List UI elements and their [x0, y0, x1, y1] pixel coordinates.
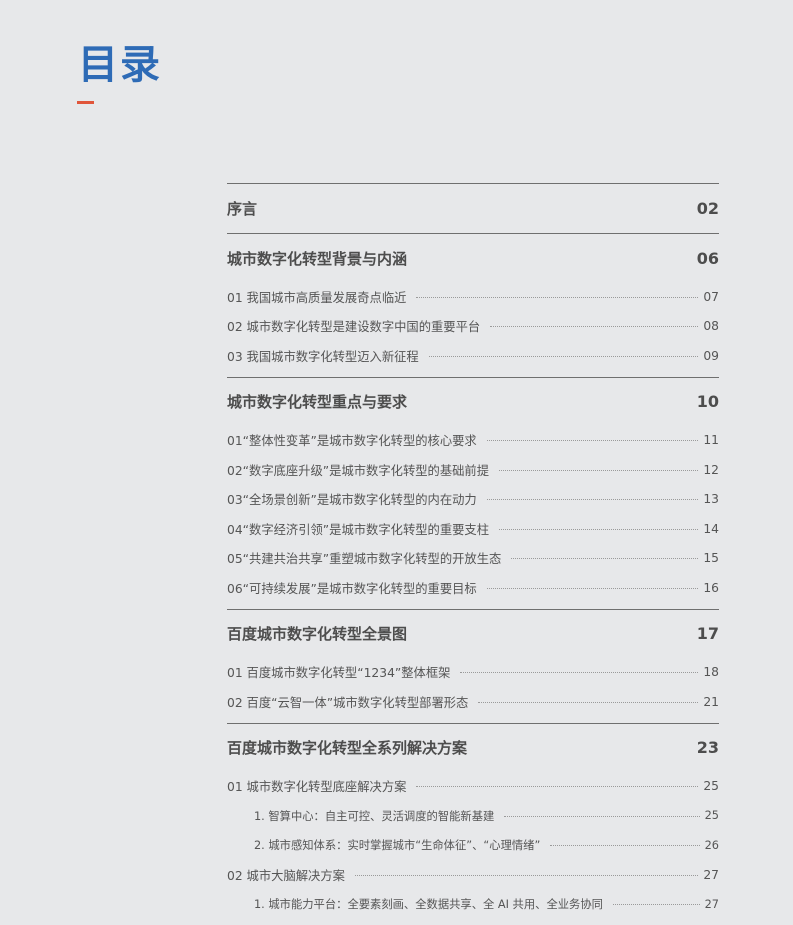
section-title: 序言: [227, 200, 258, 218]
toc-subsubentry[interactable]: 2. 城市感知体系：实时掌握城市“生命体征”、“心理情绪” 26: [227, 831, 719, 861]
dot-leader: [478, 701, 699, 703]
entry-title: 03“全场景创新”是城市数字化转型的内在动力: [227, 493, 477, 508]
dot-leader: [416, 296, 699, 298]
dot-leader: [486, 439, 699, 442]
toc-entry[interactable]: 06“可持续发展”是城市数字化转型的重要目标 16: [227, 573, 719, 603]
toc-entry[interactable]: 02 城市数字化转型是建设数字中国的重要平台 08: [227, 312, 719, 342]
toc-entry[interactable]: 01 我国城市高质量发展奇点临近 07: [227, 282, 719, 312]
dot-leader: [428, 355, 699, 357]
dot-leader: [499, 528, 699, 530]
entry-page-number: 12: [703, 462, 719, 477]
section-page-number: 23: [696, 738, 719, 757]
entry-title: 02“数字底座升级”是城市数字化转型的基础前提: [227, 463, 490, 478]
toc-section-heading[interactable]: 城市数字化转型重点与要求 10: [227, 378, 719, 426]
table-of-contents: 序言 02 城市数字化转型背景与内涵 06 01 我国城市高质量发展奇点临近 07 02 城…: [227, 183, 719, 925]
entry-page-number: 11: [703, 433, 719, 448]
entry-page-number: 27: [704, 897, 719, 911]
entry-page-number: 26: [704, 838, 719, 852]
entry-title: 01 我国城市高质量发展奇点临近: [227, 290, 407, 305]
dot-leader: [612, 903, 700, 906]
toc-entry[interactable]: 02 城市大脑解决方案 27: [227, 860, 719, 890]
entry-page-number: 16: [703, 580, 719, 595]
toc-section-heading[interactable]: 百度城市数字化转型全景图 17: [227, 610, 719, 658]
section-title: 城市数字化转型重点与要求: [227, 393, 408, 411]
toc-section: 城市数字化转型背景与内涵 06 01 我国城市高质量发展奇点临近 07 02 城市数字化…: [227, 233, 719, 371]
entry-page-number: 14: [703, 521, 719, 536]
entry-title: 01“整体性变革”是城市数字化转型的核心要求: [227, 434, 477, 449]
toc-subsubentry[interactable]: 1. 智算中心：自主可控、灵活调度的智能新基建 25: [227, 801, 719, 831]
toc-section-heading[interactable]: 百度城市数字化转型全系列解决方案 23: [227, 724, 719, 772]
entry-page-number: 08: [703, 319, 719, 334]
entry-page-number: 13: [703, 492, 719, 507]
entry-title: 06“可持续发展”是城市数字化转型的重要目标: [227, 581, 477, 596]
dot-leader: [486, 587, 699, 589]
toc-entry[interactable]: 02 百度“云智一体”城市数字化转型部署形态 21: [227, 687, 719, 717]
dot-leader: [550, 844, 700, 847]
toc-entry[interactable]: 03 我国城市数字化转型迈入新征程 09: [227, 341, 719, 371]
entry-page-number: 21: [703, 694, 719, 709]
entry-page-number: 15: [703, 551, 719, 566]
page-title: 目录: [78, 42, 162, 88]
dot-leader: [486, 498, 699, 501]
toc-subsubentry[interactable]: 1. 城市能力平台：全要素刻画、全数据共享、全 AI 共用、全业务协同 27: [227, 890, 719, 920]
entry-title: 05“共建共治共享”重塑城市数字化转型的开放生态: [227, 552, 502, 567]
section-title: 百度城市数字化转型全景图: [227, 625, 408, 643]
entry-title: 2. 城市感知体系：实时掌握城市“生命体征”、“心理情绪”: [254, 839, 541, 853]
section-title: 城市数字化转型背景与内涵: [227, 249, 408, 268]
toc-entry[interactable]: 05“共建共治共享”重塑城市数字化转型的开放生态 15: [227, 544, 719, 574]
toc-section-heading[interactable]: 城市数字化转型背景与内涵 06: [227, 234, 719, 282]
entry-title: 02 百度“云智一体”城市数字化转型部署形态: [227, 695, 469, 710]
toc-section: 百度城市数字化转型全景图 17 01 百度城市数字化转型“1234”整体框架 18 02…: [227, 608, 719, 717]
dot-leader: [504, 815, 700, 817]
toc-entry[interactable]: 01“整体性变革”是城市数字化转型的核心要求 11: [227, 426, 719, 456]
toc-entry[interactable]: 03“全场景创新”是城市数字化转型的内在动力 13: [227, 485, 719, 515]
section-page-number: 17: [696, 624, 719, 643]
dot-leader: [416, 785, 699, 788]
section-title: 百度城市数字化转型全系列解决方案: [227, 739, 468, 757]
entry-title: 04“数字经济引领”是城市数字化转型的重要支柱: [227, 522, 490, 537]
dot-leader: [460, 671, 699, 674]
section-page-number: 02: [696, 199, 719, 218]
toc-entry[interactable]: 01 城市数字化转型底座解决方案 25: [227, 772, 719, 802]
section-page-number: 06: [696, 248, 719, 268]
section-page-number: 10: [696, 392, 719, 411]
toc-entry[interactable]: 04“数字经济引领”是城市数字化转型的重要支柱 14: [227, 514, 719, 544]
entry-page-number: 18: [703, 665, 719, 680]
dot-leader: [499, 469, 699, 471]
toc-entry[interactable]: 02“数字底座升级”是城市数字化转型的基础前提 12: [227, 455, 719, 485]
toc-section: 百度城市数字化转型全系列解决方案 23 01 城市数字化转型底座解决方案 25 1. 智…: [227, 722, 719, 920]
dot-leader: [511, 557, 699, 560]
toc-section: 城市数字化转型重点与要求 10 01“整体性变革”是城市数字化转型的核心要求 11 02…: [227, 376, 719, 603]
entry-page-number: 27: [703, 867, 719, 882]
entry-page-number: 25: [704, 809, 719, 823]
dot-leader: [490, 325, 699, 328]
dot-leader: [354, 874, 699, 876]
title-accent-bar: [77, 101, 94, 104]
entry-title: 01 百度城市数字化转型“1234”整体框架: [227, 666, 451, 681]
entry-page-number: 25: [703, 779, 719, 794]
entry-title: 1. 智算中心：自主可控、灵活调度的智能新基建: [254, 809, 495, 823]
entry-title: 01 城市数字化转型底座解决方案: [227, 780, 407, 795]
entry-title: 02 城市大脑解决方案: [227, 868, 345, 883]
entry-title: 03 我国城市数字化转型迈入新征程: [227, 349, 419, 364]
toc-section: 序言 02: [227, 183, 719, 233]
entry-page-number: 09: [703, 348, 719, 363]
entry-page-number: 07: [703, 289, 719, 304]
entry-title: 02 城市数字化转型是建设数字中国的重要平台: [227, 320, 481, 335]
toc-section-heading[interactable]: 序言 02: [227, 184, 719, 233]
toc-entry[interactable]: 01 百度城市数字化转型“1234”整体框架 18: [227, 658, 719, 688]
